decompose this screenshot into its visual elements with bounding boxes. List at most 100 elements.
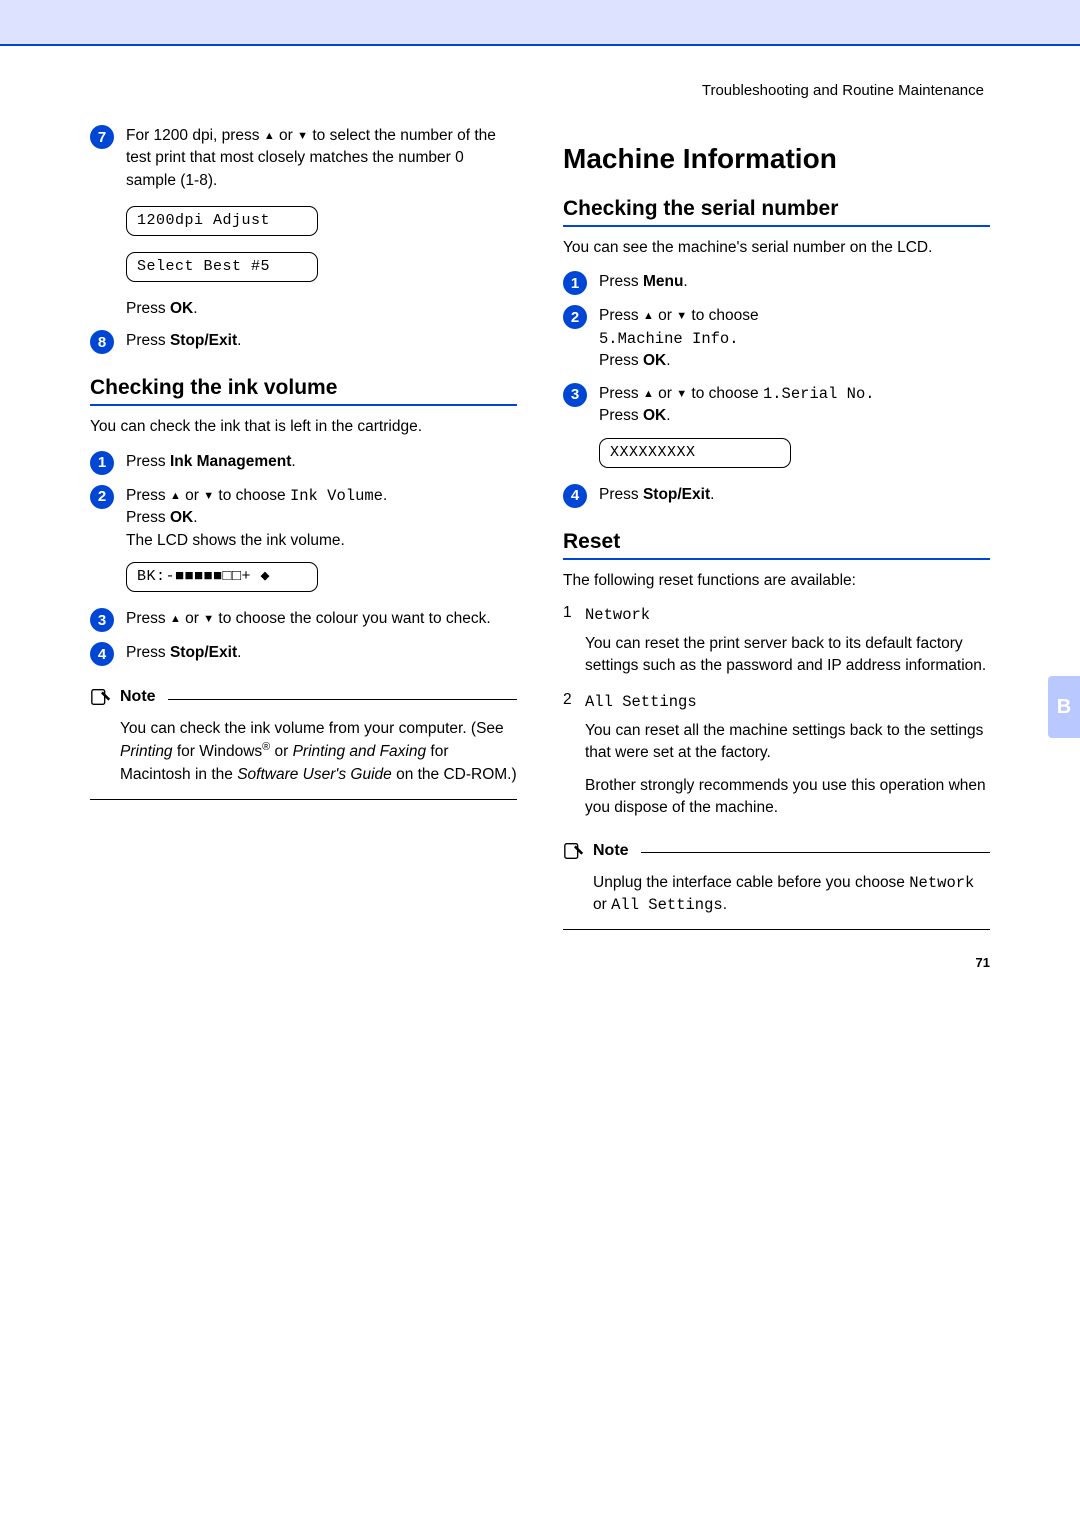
mono: All Settings <box>611 896 723 914</box>
key-stop-exit: Stop/Exit <box>170 644 237 661</box>
step-number-badge: 2 <box>90 485 114 509</box>
serial-step-4: 4 Press Stop/Exit. <box>563 484 990 508</box>
text: or <box>275 127 297 144</box>
step-body: Press ▲ or ▼ to choose 5.Machine Info. P… <box>599 305 990 372</box>
serial-step-3: 3 Press ▲ or ▼ to choose 1.Serial No. Pr… <box>563 383 990 474</box>
text: Press <box>599 385 643 402</box>
step-body: Press Stop/Exit. <box>599 484 990 506</box>
reset-item-1: 1 Network <box>563 604 990 626</box>
right-column: Machine Information Checking the serial … <box>563 125 990 930</box>
step-body: Press Ink Management. <box>126 451 517 473</box>
page-number: 71 <box>976 955 990 970</box>
note-block-reset: Note Unplug the interface cable before y… <box>563 840 990 930</box>
key-stop-exit: Stop/Exit <box>643 486 710 503</box>
down-arrow-icon: ▼ <box>297 130 308 142</box>
text: Press <box>126 453 170 470</box>
up-arrow-icon: ▲ <box>170 490 181 502</box>
text: or <box>181 610 203 627</box>
text: . <box>710 486 714 503</box>
text: Press <box>599 273 643 290</box>
ink-step-4: 4 Press Stop/Exit. <box>90 642 517 666</box>
ref-italic: Software User's Guide <box>237 766 392 783</box>
key-ok: OK <box>643 407 666 424</box>
text: The LCD shows the ink volume. <box>126 532 345 549</box>
key-menu: Menu <box>643 273 683 290</box>
step-body: Press Menu. <box>599 271 990 293</box>
list-number: 1 <box>563 604 585 626</box>
text: . <box>291 453 295 470</box>
ink-step-1: 1 Press Ink Management. <box>90 451 517 475</box>
text: or <box>654 385 676 402</box>
text: . <box>383 487 387 504</box>
down-arrow-icon: ▼ <box>676 310 687 322</box>
key-ink-management: Ink Management <box>170 453 291 470</box>
note-pencil-icon <box>90 686 112 708</box>
text: . <box>666 407 670 424</box>
page-content: Troubleshooting and Routine Maintenance … <box>0 46 1080 990</box>
reset-name-mono: Network <box>585 604 990 626</box>
text: to choose <box>687 307 759 324</box>
text: Press <box>126 610 170 627</box>
key-ok: OK <box>643 352 666 369</box>
reset-desc: Brother strongly recommends you use this… <box>585 775 990 820</box>
paragraph: You can check the ink that is left in th… <box>90 416 517 438</box>
down-arrow-icon: ▼ <box>676 388 687 400</box>
text: Press <box>126 487 170 504</box>
serial-step-2: 2 Press ▲ or ▼ to choose 5.Machine Info.… <box>563 305 990 372</box>
up-arrow-icon: ▲ <box>264 130 275 142</box>
note-pencil-icon <box>563 840 585 862</box>
note-rule <box>641 852 990 853</box>
reset-name-mono: All Settings <box>585 691 990 713</box>
note-label: Note <box>593 842 629 860</box>
note-label: Note <box>120 688 156 706</box>
ref-italic: Printing and Faxing <box>293 744 427 761</box>
step-number-badge: 1 <box>563 271 587 295</box>
text: Press <box>126 644 170 661</box>
step-number-badge: 4 <box>90 642 114 666</box>
step-body: Press Stop/Exit. <box>126 642 517 664</box>
step-body: Press ▲ or ▼ to choose Ink Volume. Press… <box>126 485 517 598</box>
registered-icon: ® <box>262 741 270 753</box>
step-body: For 1200 dpi, press ▲ or ▼ to select the… <box>126 125 517 320</box>
text: Press <box>126 300 170 317</box>
step-7: 7 For 1200 dpi, press ▲ or ▼ to select t… <box>90 125 517 320</box>
section-tab-b: B <box>1048 676 1080 738</box>
step-number-badge: 4 <box>563 484 587 508</box>
up-arrow-icon: ▲ <box>643 310 654 322</box>
serial-step-1: 1 Press Menu. <box>563 271 990 295</box>
down-arrow-icon: ▼ <box>203 613 214 625</box>
ink-step-2: 2 Press ▲ or ▼ to choose Ink Volume. Pre… <box>90 485 517 598</box>
key-stop-exit: Stop/Exit <box>170 332 237 349</box>
text: . <box>723 896 727 913</box>
lcd-display: Select Best #5 <box>126 252 318 282</box>
ink-step-3: 3 Press ▲ or ▼ to choose the colour you … <box>90 608 517 632</box>
step-number-badge: 8 <box>90 330 114 354</box>
two-column-layout: 7 For 1200 dpi, press ▲ or ▼ to select t… <box>90 125 990 930</box>
mono: Network <box>909 874 974 892</box>
step-body: Press ▲ or ▼ to choose 1.Serial No. Pres… <box>599 383 990 474</box>
text: . <box>237 644 241 661</box>
text: For 1200 dpi, press <box>126 127 264 144</box>
text: Press <box>126 332 170 349</box>
text: to choose <box>687 385 763 402</box>
left-column: 7 For 1200 dpi, press ▲ or ▼ to select t… <box>90 125 517 930</box>
key-ok: OK <box>170 300 193 317</box>
text: or <box>270 744 292 761</box>
lcd-display-ink: BK:-■■■■■□□+ ◆ <box>126 562 318 592</box>
step-number-badge: 3 <box>563 383 587 407</box>
step-8: 8 Press Stop/Exit. <box>90 330 517 354</box>
note-body: Unplug the interface cable before you ch… <box>563 866 990 930</box>
text: on the CD-ROM.) <box>392 766 517 783</box>
up-arrow-icon: ▲ <box>643 388 654 400</box>
key-ok: OK <box>170 509 193 526</box>
note-rule <box>168 699 517 700</box>
ref-italic: Printing <box>120 744 173 761</box>
note-block-ink: Note You can check the ink volume from y… <box>90 686 517 800</box>
text: . <box>666 352 670 369</box>
lcd-display: 1200dpi Adjust <box>126 206 318 236</box>
note-body: You can check the ink volume from your c… <box>90 712 517 800</box>
text: or <box>181 487 203 504</box>
text: or <box>654 307 676 324</box>
text: Press <box>599 352 643 369</box>
reset-desc: You can reset all the machine settings b… <box>585 720 990 765</box>
